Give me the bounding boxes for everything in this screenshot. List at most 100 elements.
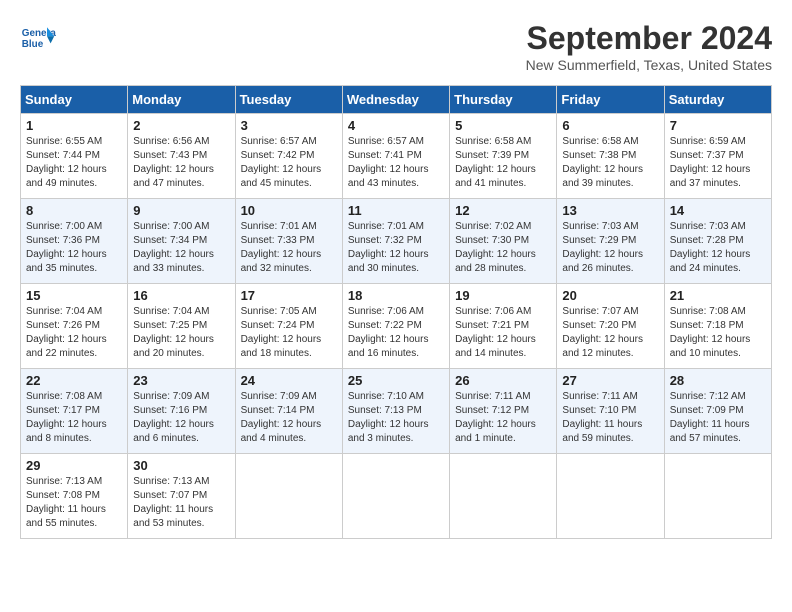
day-number: 9 (133, 203, 229, 218)
month-title: September 2024 (526, 20, 772, 57)
day-number: 26 (455, 373, 551, 388)
calendar-cell: 8 Sunrise: 7:00 AM Sunset: 7:36 PM Daylig… (21, 199, 128, 284)
calendar-week-5: 29 Sunrise: 7:13 AM Sunset: 7:08 PM Dayli… (21, 454, 772, 539)
day-number: 2 (133, 118, 229, 133)
day-number: 8 (26, 203, 122, 218)
calendar-cell: 27 Sunrise: 7:11 AM Sunset: 7:10 PM Dayli… (557, 369, 664, 454)
calendar-cell (235, 454, 342, 539)
calendar-cell: 15 Sunrise: 7:04 AM Sunset: 7:26 PM Dayli… (21, 284, 128, 369)
calendar-cell: 11 Sunrise: 7:01 AM Sunset: 7:32 PM Dayli… (342, 199, 449, 284)
col-monday: Monday (128, 86, 235, 114)
logo-icon: General Blue (20, 20, 56, 56)
day-number: 6 (562, 118, 658, 133)
day-info: Sunrise: 7:00 AM Sunset: 7:34 PM Dayligh… (133, 220, 229, 276)
day-number: 11 (348, 203, 444, 218)
day-number: 25 (348, 373, 444, 388)
calendar-cell: 2Sunrise: 6:56 AM Sunset: 7:43 PM Daylig… (128, 114, 235, 199)
calendar-cell (342, 454, 449, 539)
day-number: 7 (670, 118, 766, 133)
calendar-cell: 17 Sunrise: 7:05 AM Sunset: 7:24 PM Dayli… (235, 284, 342, 369)
calendar-cell: 28 Sunrise: 7:12 AM Sunset: 7:09 PM Dayli… (664, 369, 771, 454)
day-number: 5 (455, 118, 551, 133)
day-number: 20 (562, 288, 658, 303)
calendar-cell: 25Sunrise: 7:10 AM Sunset: 7:13 PM Dayli… (342, 369, 449, 454)
day-number: 13 (562, 203, 658, 218)
day-number: 12 (455, 203, 551, 218)
day-info: Sunrise: 6:59 AM Sunset: 7:37 PM Dayligh… (670, 135, 766, 191)
day-info: Sunrise: 7:11 AM Sunset: 7:10 PM Dayligh… (562, 390, 658, 446)
day-number: 29 (26, 458, 122, 473)
col-saturday: Saturday (664, 86, 771, 114)
page-header: General Blue September 2024 New Summerfi… (20, 20, 772, 73)
day-number: 24 (241, 373, 337, 388)
day-info: Sunrise: 7:04 AM Sunset: 7:26 PM Dayligh… (26, 305, 122, 361)
day-info: Sunrise: 7:07 AM Sunset: 7:20 PM Dayligh… (562, 305, 658, 361)
day-number: 18 (348, 288, 444, 303)
day-number: 28 (670, 373, 766, 388)
calendar-cell: 29 Sunrise: 7:13 AM Sunset: 7:08 PM Dayli… (21, 454, 128, 539)
calendar-cell: 12 Sunrise: 7:02 AM Sunset: 7:30 PM Dayli… (450, 199, 557, 284)
day-info: Sunrise: 7:02 AM Sunset: 7:30 PM Dayligh… (455, 220, 551, 276)
calendar-cell: 13 Sunrise: 7:03 AM Sunset: 7:29 PM Dayli… (557, 199, 664, 284)
calendar-cell: 5 Sunrise: 6:58 AM Sunset: 7:39 PM Daylig… (450, 114, 557, 199)
calendar-cell: 26 Sunrise: 7:11 AM Sunset: 7:12 PM Dayli… (450, 369, 557, 454)
calendar-cell: 24 Sunrise: 7:09 AM Sunset: 7:14 PM Dayli… (235, 369, 342, 454)
calendar-cell: 16Sunrise: 7:04 AM Sunset: 7:25 PM Dayli… (128, 284, 235, 369)
location: New Summerfield, Texas, United States (526, 57, 772, 73)
calendar-week-4: 22Sunrise: 7:08 AM Sunset: 7:17 PM Dayli… (21, 369, 772, 454)
day-number: 30 (133, 458, 229, 473)
calendar-week-2: 8 Sunrise: 7:00 AM Sunset: 7:36 PM Daylig… (21, 199, 772, 284)
col-wednesday: Wednesday (342, 86, 449, 114)
day-info: Sunrise: 7:05 AM Sunset: 7:24 PM Dayligh… (241, 305, 337, 361)
calendar-table: Sunday Monday Tuesday Wednesday Thursday… (20, 85, 772, 539)
header-row: Sunday Monday Tuesday Wednesday Thursday… (21, 86, 772, 114)
day-info: Sunrise: 7:08 AM Sunset: 7:18 PM Dayligh… (670, 305, 766, 361)
day-info: Sunrise: 7:06 AM Sunset: 7:22 PM Dayligh… (348, 305, 444, 361)
day-number: 21 (670, 288, 766, 303)
day-info: Sunrise: 7:11 AM Sunset: 7:12 PM Dayligh… (455, 390, 551, 446)
day-info: Sunrise: 7:09 AM Sunset: 7:14 PM Dayligh… (241, 390, 337, 446)
day-info: Sunrise: 7:00 AM Sunset: 7:36 PM Dayligh… (26, 220, 122, 276)
svg-text:Blue: Blue (22, 39, 44, 50)
day-number: 3 (241, 118, 337, 133)
day-number: 16 (133, 288, 229, 303)
day-number: 22 (26, 373, 122, 388)
day-number: 27 (562, 373, 658, 388)
day-info: Sunrise: 7:03 AM Sunset: 7:28 PM Dayligh… (670, 220, 766, 276)
calendar-cell: 3 Sunrise: 6:57 AM Sunset: 7:42 PM Daylig… (235, 114, 342, 199)
day-info: Sunrise: 7:01 AM Sunset: 7:32 PM Dayligh… (348, 220, 444, 276)
calendar-cell: 1 Sunrise: 6:55 AM Sunset: 7:44 PM Daylig… (21, 114, 128, 199)
day-number: 1 (26, 118, 122, 133)
calendar-cell: 22Sunrise: 7:08 AM Sunset: 7:17 PM Dayli… (21, 369, 128, 454)
day-info: Sunrise: 7:13 AM Sunset: 7:07 PM Dayligh… (133, 475, 229, 531)
day-info: Sunrise: 6:57 AM Sunset: 7:41 PM Dayligh… (348, 135, 444, 191)
calendar-cell: 7 Sunrise: 6:59 AM Sunset: 7:37 PM Daylig… (664, 114, 771, 199)
day-info: Sunrise: 6:55 AM Sunset: 7:44 PM Dayligh… (26, 135, 122, 191)
calendar-cell: 14Sunrise: 7:03 AM Sunset: 7:28 PM Dayli… (664, 199, 771, 284)
calendar-cell: 9 Sunrise: 7:00 AM Sunset: 7:34 PM Daylig… (128, 199, 235, 284)
day-info: Sunrise: 6:57 AM Sunset: 7:42 PM Dayligh… (241, 135, 337, 191)
day-number: 15 (26, 288, 122, 303)
calendar-cell (450, 454, 557, 539)
day-info: Sunrise: 6:58 AM Sunset: 7:38 PM Dayligh… (562, 135, 658, 191)
calendar-cell: 21 Sunrise: 7:08 AM Sunset: 7:18 PM Dayli… (664, 284, 771, 369)
day-info: Sunrise: 7:09 AM Sunset: 7:16 PM Dayligh… (133, 390, 229, 446)
day-info: Sunrise: 7:01 AM Sunset: 7:33 PM Dayligh… (241, 220, 337, 276)
day-number: 17 (241, 288, 337, 303)
calendar-cell: 30 Sunrise: 7:13 AM Sunset: 7:07 PM Dayli… (128, 454, 235, 539)
day-number: 23 (133, 373, 229, 388)
calendar-week-1: 1 Sunrise: 6:55 AM Sunset: 7:44 PM Daylig… (21, 114, 772, 199)
day-info: Sunrise: 7:12 AM Sunset: 7:09 PM Dayligh… (670, 390, 766, 446)
day-info: Sunrise: 7:03 AM Sunset: 7:29 PM Dayligh… (562, 220, 658, 276)
calendar-cell (557, 454, 664, 539)
calendar-cell: 23 Sunrise: 7:09 AM Sunset: 7:16 PM Dayli… (128, 369, 235, 454)
calendar-cell: 18 Sunrise: 7:06 AM Sunset: 7:22 PM Dayli… (342, 284, 449, 369)
day-number: 10 (241, 203, 337, 218)
logo: General Blue (20, 20, 56, 56)
calendar-cell: 6 Sunrise: 6:58 AM Sunset: 7:38 PM Daylig… (557, 114, 664, 199)
day-number: 4 (348, 118, 444, 133)
calendar-cell: 4 Sunrise: 6:57 AM Sunset: 7:41 PM Daylig… (342, 114, 449, 199)
col-sunday: Sunday (21, 86, 128, 114)
day-info: Sunrise: 6:58 AM Sunset: 7:39 PM Dayligh… (455, 135, 551, 191)
day-info: Sunrise: 7:13 AM Sunset: 7:08 PM Dayligh… (26, 475, 122, 531)
